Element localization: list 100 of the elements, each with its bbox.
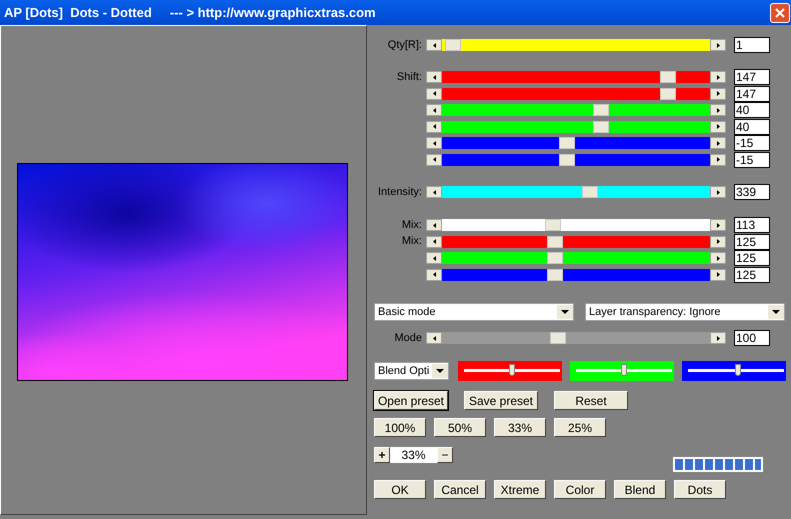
slider-label: Shift:: [396, 70, 422, 83]
scroll-right-button[interactable]: [710, 154, 726, 166]
scroll-left-button[interactable]: [426, 219, 442, 231]
right-arrow-icon: [716, 91, 720, 96]
left-arrow-icon: [432, 256, 436, 260]
value-field[interactable]: 113: [734, 217, 770, 233]
left-arrow-icon: [432, 336, 436, 340]
preset-button[interactable]: Save preset: [464, 391, 538, 410]
scroll-left-button[interactable]: [426, 236, 442, 248]
slider-thumb[interactable]: [593, 104, 610, 116]
value-field[interactable]: 100: [734, 330, 770, 346]
slider-thumb[interactable]: [545, 219, 562, 231]
slider-thumb[interactable]: [593, 120, 610, 132]
dropdown[interactable]: Blend Opti: [374, 362, 449, 380]
right-arrow-icon: [716, 222, 720, 228]
slider-thumb[interactable]: [734, 364, 741, 376]
value-field[interactable]: 125: [734, 250, 770, 266]
zoom-button[interactable]: 100%: [374, 418, 426, 437]
scroll-left-button[interactable]: [426, 186, 442, 198]
slider-thumb[interactable]: [558, 137, 575, 149]
dialog-button[interactable]: Blend: [614, 480, 666, 499]
value-field[interactable]: 40: [734, 102, 770, 118]
slider-thumb[interactable]: [660, 88, 676, 100]
slider-thumb[interactable]: [547, 252, 564, 264]
right-arrow-icon: [716, 140, 720, 146]
left-arrow-icon: [432, 108, 436, 112]
left-arrow-icon: [432, 42, 436, 48]
scroll-left-button[interactable]: [426, 154, 442, 166]
scroll-right-button[interactable]: [710, 252, 726, 264]
right-arrow-icon: [716, 124, 720, 129]
zoom-button[interactable]: 50%: [434, 418, 486, 437]
zoom-button[interactable]: 25%: [554, 418, 606, 437]
scroll-right-button[interactable]: [710, 71, 726, 83]
left-arrow-icon: [432, 239, 436, 244]
right-arrow-icon: [716, 190, 720, 194]
value-field[interactable]: 1: [734, 37, 770, 53]
slider-thumb[interactable]: [558, 154, 575, 166]
left-arrow-icon: [432, 140, 436, 146]
zoom-field[interactable]: 33%: [390, 447, 437, 463]
scroll-right-button[interactable]: [710, 104, 726, 116]
slider-thumb[interactable]: [582, 186, 598, 198]
scroll-left-button[interactable]: [426, 71, 442, 83]
color-slider[interactable]: [570, 361, 674, 381]
scroll-left-button[interactable]: [426, 104, 442, 116]
dialog-button[interactable]: OK: [374, 480, 426, 499]
color-slider[interactable]: [458, 361, 562, 381]
slider-thumb[interactable]: [550, 332, 566, 344]
value-field[interactable]: 40: [734, 118, 770, 134]
scroll-right-button[interactable]: [710, 120, 726, 132]
dropdown[interactable]: Basic mode: [374, 303, 574, 321]
right-arrow-icon: [716, 239, 720, 244]
slider-thumb[interactable]: [509, 364, 515, 376]
value-field[interactable]: 125: [734, 234, 770, 250]
scroll-left-button[interactable]: [426, 88, 442, 100]
dialog-button[interactable]: Color: [554, 480, 606, 499]
value-field[interactable]: -15: [734, 152, 770, 168]
slider-thumb[interactable]: [547, 236, 564, 248]
left-arrow-icon: [432, 91, 436, 96]
right-arrow-icon: [716, 74, 720, 80]
slider-thumb[interactable]: [444, 39, 461, 51]
dropdown[interactable]: Layer transparency: Ignore: [585, 303, 785, 321]
value-field[interactable]: 147: [734, 69, 770, 85]
scroll-right-button[interactable]: [710, 236, 726, 248]
scroll-left-button[interactable]: [426, 120, 442, 132]
zoom-out-button[interactable]: −: [437, 447, 453, 463]
value-field[interactable]: 339: [734, 184, 770, 200]
left-arrow-icon: [432, 272, 436, 277]
scroll-right-button[interactable]: [710, 186, 726, 198]
slider-thumb[interactable]: [660, 71, 676, 83]
dialog-button[interactable]: Cancel: [434, 480, 486, 499]
scroll-left-button[interactable]: [426, 39, 442, 51]
left-arrow-icon: [432, 157, 436, 162]
scroll-right-button[interactable]: [710, 332, 726, 344]
slider-thumb[interactable]: [547, 268, 564, 280]
color-slider[interactable]: [682, 361, 786, 381]
scroll-right-button[interactable]: [710, 219, 726, 231]
scroll-left-button[interactable]: [426, 252, 442, 264]
scroll-left-button[interactable]: [426, 268, 442, 280]
scroll-left-button[interactable]: [426, 137, 442, 149]
scroll-right-button[interactable]: [710, 39, 726, 51]
window-title: AP [Dots] Dots - Dotted --- > http://www.graphicxtras.com: [4, 4, 376, 22]
dialog-button[interactable]: Xtreme: [494, 480, 546, 499]
value-field[interactable]: 147: [734, 86, 770, 102]
close-button[interactable]: [770, 2, 790, 22]
scroll-left-button[interactable]: [426, 332, 442, 344]
left-arrow-icon: [432, 74, 436, 80]
zoom-button[interactable]: 33%: [494, 418, 546, 437]
scroll-right-button[interactable]: [710, 137, 726, 149]
dialog-button[interactable]: Dots: [674, 480, 726, 499]
close-icon: [775, 8, 785, 18]
preset-button[interactable]: Open preset: [374, 391, 448, 410]
preset-button[interactable]: Reset: [554, 391, 628, 410]
zoom-in-button[interactable]: +: [374, 447, 390, 463]
slider-label: Qty[R]:: [388, 38, 422, 51]
scroll-right-button[interactable]: [710, 268, 726, 280]
right-arrow-icon: [716, 157, 720, 162]
scroll-right-button[interactable]: [710, 88, 726, 100]
value-field[interactable]: 125: [734, 266, 770, 282]
value-field[interactable]: -15: [734, 135, 770, 151]
slider-thumb[interactable]: [621, 364, 627, 376]
